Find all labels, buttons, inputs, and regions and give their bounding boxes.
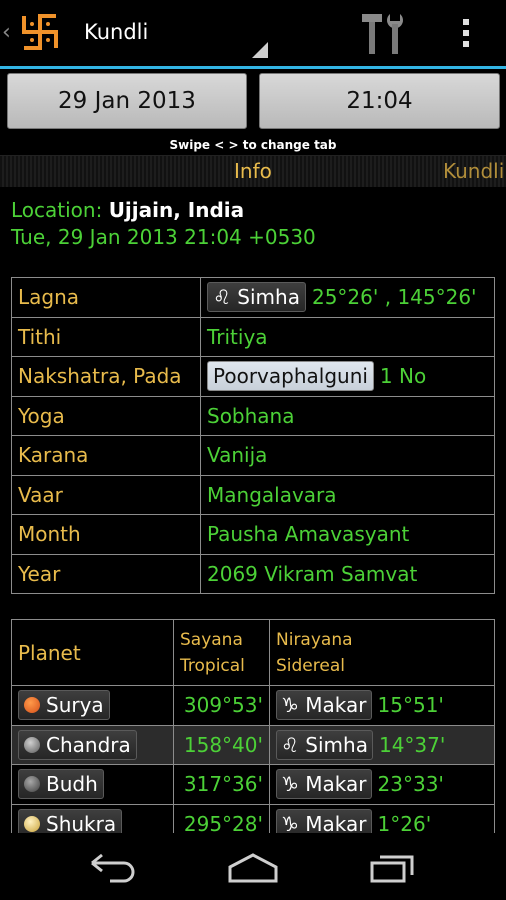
row-label: Karana [11,435,201,476]
row-label: Vaar [11,474,201,515]
header-sayana: Sayana Tropical [173,619,270,686]
chevron-left-icon[interactable]: ‹ [2,20,11,45]
table-row: Lagna ♌ Simha 25°26' , 145°26' [11,277,495,318]
planet-cell: Chandra [11,724,174,765]
table-row: Yoga Sobhana [11,395,495,436]
header-planet: Planet [11,619,174,686]
header-nirayana: Nirayana Sidereal [269,619,495,686]
back-nav-icon[interactable] [86,849,138,885]
location-value: Ujjain, India [108,198,245,222]
planet-cell: Surya [11,685,174,726]
row-value: Vanija [200,435,495,476]
table-row: Tithi Tritiya [11,316,495,357]
table-header-row: Planet Sayana Tropical Nirayana Sidereal [11,619,495,686]
row-value: Tritiya [200,316,495,357]
row-label: Yoga [11,395,201,436]
tab-kundli[interactable]: Kundli [443,159,504,183]
row-value: Pausha Amavasyant [200,514,495,555]
capricorn-icon: ♑ [281,693,299,718]
zodiac-chip[interactable]: ♑ Makar [276,690,372,721]
row-label: Month [11,514,201,555]
sayana-value: 158°40' [173,724,270,765]
home-nav-icon[interactable] [226,849,280,885]
table-row: Month Pausha Amavasyant [11,514,495,555]
venus-icon [24,815,40,832]
nakshatra-chip[interactable]: Poorvaphalguni [207,361,374,392]
sayana-value: 309°53' [173,685,270,726]
leo-icon: ♌ [213,285,231,310]
datetime-line: Tue, 29 Jan 2013 21:04 +0530 [11,225,316,249]
row-value: ♌ Simha 25°26' , 145°26' [200,277,495,318]
planet-cell: Budh [11,764,174,805]
spinner-indicator-icon[interactable] [252,42,268,58]
swastik-icon[interactable] [18,10,62,54]
row-value: Mangalavara [200,474,495,515]
location-label: Location: [11,198,103,222]
table-row: Karana Vanija [11,435,495,476]
system-nav-bar [0,833,506,900]
nirayana-cell: ♌ Simha 14°37' [269,724,495,765]
row-label: Tithi [11,316,201,357]
moon-icon [24,736,40,753]
overflow-menu-icon[interactable] [456,16,476,50]
row-label: Lagna [11,277,201,318]
leo-icon: ♌ [281,732,299,757]
nirayana-cell: ♑ Makar 23°33' [269,764,495,805]
tools-icon[interactable] [356,10,408,58]
nirayana-cell: ♑ Makar 15°51' [269,685,495,726]
app-title[interactable]: Kundli [84,20,148,44]
table-row: Vaar Mangalavara [11,474,495,515]
location-line: Location: Ujjain, India [11,198,244,222]
planet-chip[interactable]: Budh [18,769,104,800]
swipe-hint: Swipe < > to change tab [169,138,337,152]
row-label: Nakshatra, Pada [11,356,201,397]
action-bar-divider [0,66,506,69]
tab-info[interactable]: Info [234,159,272,183]
date-button[interactable]: 29 Jan 2013 [7,73,247,129]
table-row: Nakshatra, Pada Poorvaphalguni 1 No [11,356,495,397]
row-value: Sobhana [200,395,495,436]
table-row[interactable]: Chandra 158°40' ♌ Simha 14°37' [11,724,495,765]
row-label: Year [11,553,201,594]
action-bar: ‹ Kundli [0,0,506,66]
recents-nav-icon[interactable] [368,849,418,885]
capricorn-icon: ♑ [281,772,299,797]
row-value: 2069 Vikram Samvat [200,553,495,594]
table-row[interactable]: Surya 309°53' ♑ Makar 15°51' [11,685,495,726]
panchang-table: Lagna ♌ Simha 25°26' , 145°26' Tithi Trit… [11,277,495,594]
table-row: Year 2069 Vikram Samvat [11,553,495,594]
table-row[interactable]: Budh 317°36' ♑ Makar 23°33' [11,764,495,805]
time-button[interactable]: 21:04 [259,73,500,129]
planet-chip[interactable]: Chandra [18,729,137,760]
mercury-icon [24,776,40,793]
zodiac-chip[interactable]: ♌ Simha [207,282,306,313]
sun-icon [24,697,40,714]
zodiac-chip[interactable]: ♑ Makar [276,769,372,800]
row-value: Poorvaphalguni 1 No [200,356,495,397]
sayana-value: 317°36' [173,764,270,805]
planet-chip[interactable]: Surya [18,690,110,721]
zodiac-chip[interactable]: ♌ Simha [276,729,373,760]
planet-table: Planet Sayana Tropical Nirayana Sidereal S… [11,619,495,844]
